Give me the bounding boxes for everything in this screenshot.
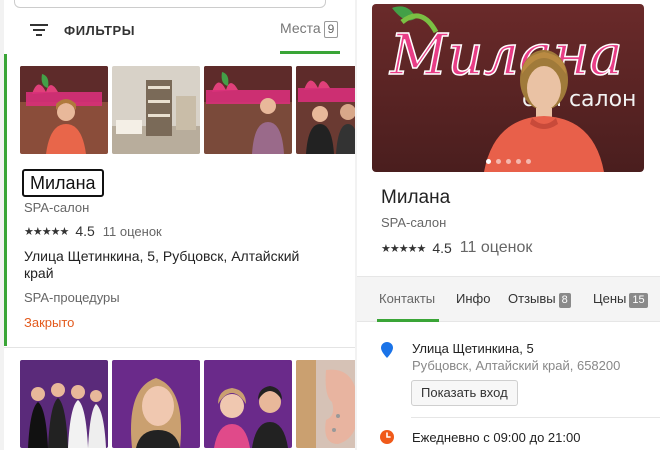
selected-card-indicator [4, 54, 7, 346]
photo-thumbnail[interactable] [296, 360, 355, 448]
rating-value: 4.5 [432, 240, 452, 256]
rating-stars: ★★★★★ [24, 225, 69, 238]
tab-label: Инфо [456, 291, 491, 306]
tab-label: Цены [593, 291, 627, 306]
carousel-dot[interactable] [505, 159, 511, 164]
hero-photo[interactable]: Милана спа салон [372, 4, 644, 172]
address-street: Улица Щетинкина, 5 [412, 341, 534, 356]
places-count-badge: 9 [323, 21, 339, 38]
carousel-dots [372, 159, 644, 164]
filter-bar: ФИЛЬТРЫ Места 9 [4, 14, 355, 54]
rating-row: ★★★★★ 4.5 11 оценок [24, 223, 162, 239]
filters-button[interactable]: ФИЛЬТРЫ [30, 20, 135, 40]
details-tabs: Контакты Инфо Отзывы 8 Цены 15 [357, 276, 660, 322]
working-hours: Ежедневно с 09:00 до 21:00 [412, 430, 581, 445]
photo-thumbnail[interactable] [112, 360, 200, 448]
carousel-dot[interactable] [495, 159, 501, 164]
tab-count-badge: 15 [629, 293, 648, 308]
clock-icon [380, 430, 394, 444]
address-city: Рубцовск, Алтайский край, 658200 [412, 358, 621, 373]
photo-strip [20, 66, 355, 156]
photo-thumbnail[interactable] [296, 66, 355, 154]
tab-label: Контакты [379, 291, 436, 306]
rating-stars: ★★★★★ [381, 242, 426, 255]
maps-app: ФИЛЬТРЫ Места 9 Милана SPA-салон ★★★★★ 4… [0, 0, 660, 450]
carousel-dot[interactable] [525, 159, 531, 164]
place-name-link[interactable]: Милана [22, 169, 104, 197]
place-address: Улица Щетинкина, 5, Рубцовск, Алтайский … [24, 248, 300, 281]
result-card[interactable]: Милана SPA-салон ★★★★★ 4.5 11 оценок Ули… [4, 54, 355, 346]
reviews-count[interactable]: 11 оценок [460, 239, 533, 257]
place-services: SPA-процедуры [24, 290, 120, 305]
tab-prices[interactable]: Цены 15 [593, 291, 648, 308]
place-title: Милана [381, 187, 451, 208]
active-tab-indicator [377, 319, 439, 322]
place-category: SPA-салон [381, 215, 447, 230]
tab-contacts[interactable]: Контакты [379, 291, 435, 306]
filter-icon [30, 23, 48, 37]
tab-count-badge: 8 [558, 293, 571, 308]
filters-label: ФИЛЬТРЫ [64, 22, 136, 38]
photo-thumbnail[interactable] [20, 360, 108, 448]
reviews-count[interactable]: 11 оценок [103, 224, 162, 239]
location-pin-icon [381, 342, 393, 358]
search-box[interactable] [14, 0, 326, 8]
rating-row: ★★★★★ 4.5 11 оценок [381, 239, 532, 257]
places-tab-label: Места [280, 20, 321, 36]
tab-info[interactable]: Инфо [456, 291, 490, 306]
open-status: Закрыто [24, 315, 75, 330]
tab-places[interactable]: Места 9 [280, 20, 340, 54]
divider [411, 417, 660, 418]
results-panel: ФИЛЬТРЫ Места 9 Милана SPA-салон ★★★★★ 4… [4, 0, 355, 450]
carousel-dot[interactable] [485, 159, 491, 164]
rating-value: 4.5 [75, 223, 95, 239]
photo-thumbnail[interactable] [20, 66, 108, 154]
photo-strip [20, 360, 355, 450]
carousel-dot[interactable] [515, 159, 521, 164]
svg-text:Милана: Милана [389, 23, 623, 88]
tab-reviews[interactable]: Отзывы 8 [508, 291, 571, 308]
tab-label: Отзывы [508, 291, 556, 306]
show-entrance-button[interactable]: Показать вход [411, 380, 518, 406]
photo-thumbnail[interactable] [204, 66, 292, 154]
divider [4, 347, 355, 348]
photo-thumbnail[interactable] [112, 66, 200, 154]
place-category: SPA-салон [24, 200, 90, 215]
place-details-panel: Милана спа салон Милана SPA-салон ★★★★★ … [357, 0, 660, 450]
photo-thumbnail[interactable] [204, 360, 292, 448]
